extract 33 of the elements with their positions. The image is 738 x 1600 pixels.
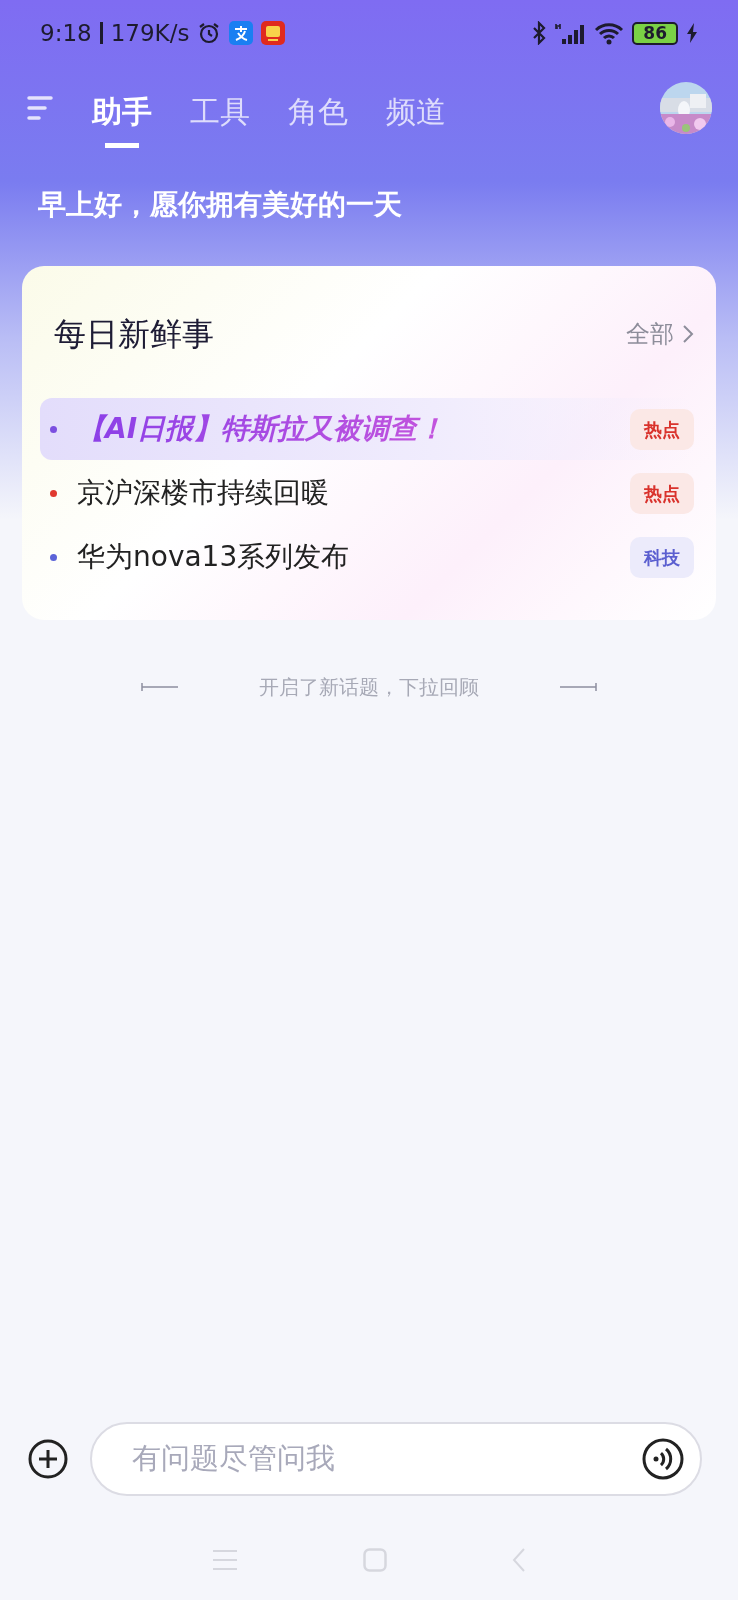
divider-line <box>141 682 179 692</box>
tab[interactable]: 角色 <box>288 78 348 148</box>
message-input[interactable]: 有问题尽管问我 <box>130 1436 642 1482</box>
category-tag: 热点 <box>630 472 694 514</box>
category-tag: 科技 <box>630 536 694 578</box>
news-item[interactable]: 华为nova13系列发布 科技 <box>40 526 694 588</box>
network-speed: 179K/s <box>110 18 190 48</box>
headline-text: 华为nova13系列发布 <box>77 540 350 573</box>
greeting-text: 早上好，愿你拥有美好的一天 <box>37 187 403 223</box>
tab[interactable]: 工具 <box>190 78 250 148</box>
view-all-link[interactable]: 全部 <box>626 316 694 352</box>
charging-icon <box>686 23 698 43</box>
divider-text: 开启了新话题，下拉回顾 <box>259 674 479 701</box>
app-icon <box>261 21 286 45</box>
separator-bar <box>99 22 103 44</box>
divider-line <box>559 682 597 692</box>
category-tag: 热点 <box>630 408 694 450</box>
voice-icon[interactable] <box>642 1438 684 1480</box>
card-title: 每日新鲜事 <box>53 314 214 355</box>
clock-time: 9:18 <box>40 18 92 48</box>
headline-text: 【AI日报】特斯拉又被调查！ <box>77 412 446 445</box>
headline-text: 京沪深楼市持续回暖 <box>77 476 329 509</box>
tab[interactable]: 频道 <box>386 78 446 148</box>
signal-icon <box>554 21 587 45</box>
wifi-icon <box>594 21 625 45</box>
add-icon[interactable] <box>28 1439 68 1479</box>
news-item[interactable]: 【AI日报】特斯拉又被调查！ 热点 <box>40 398 694 460</box>
news-item[interactable]: 京沪深楼市持续回暖 热点 <box>40 462 694 524</box>
input-bar[interactable]: 有问题尽管问我 <box>90 1422 702 1496</box>
chevron-icon <box>682 324 694 344</box>
app-icon <box>229 21 254 45</box>
battery-indicator: 86 <box>632 21 678 45</box>
bluetooth-icon <box>532 21 547 45</box>
